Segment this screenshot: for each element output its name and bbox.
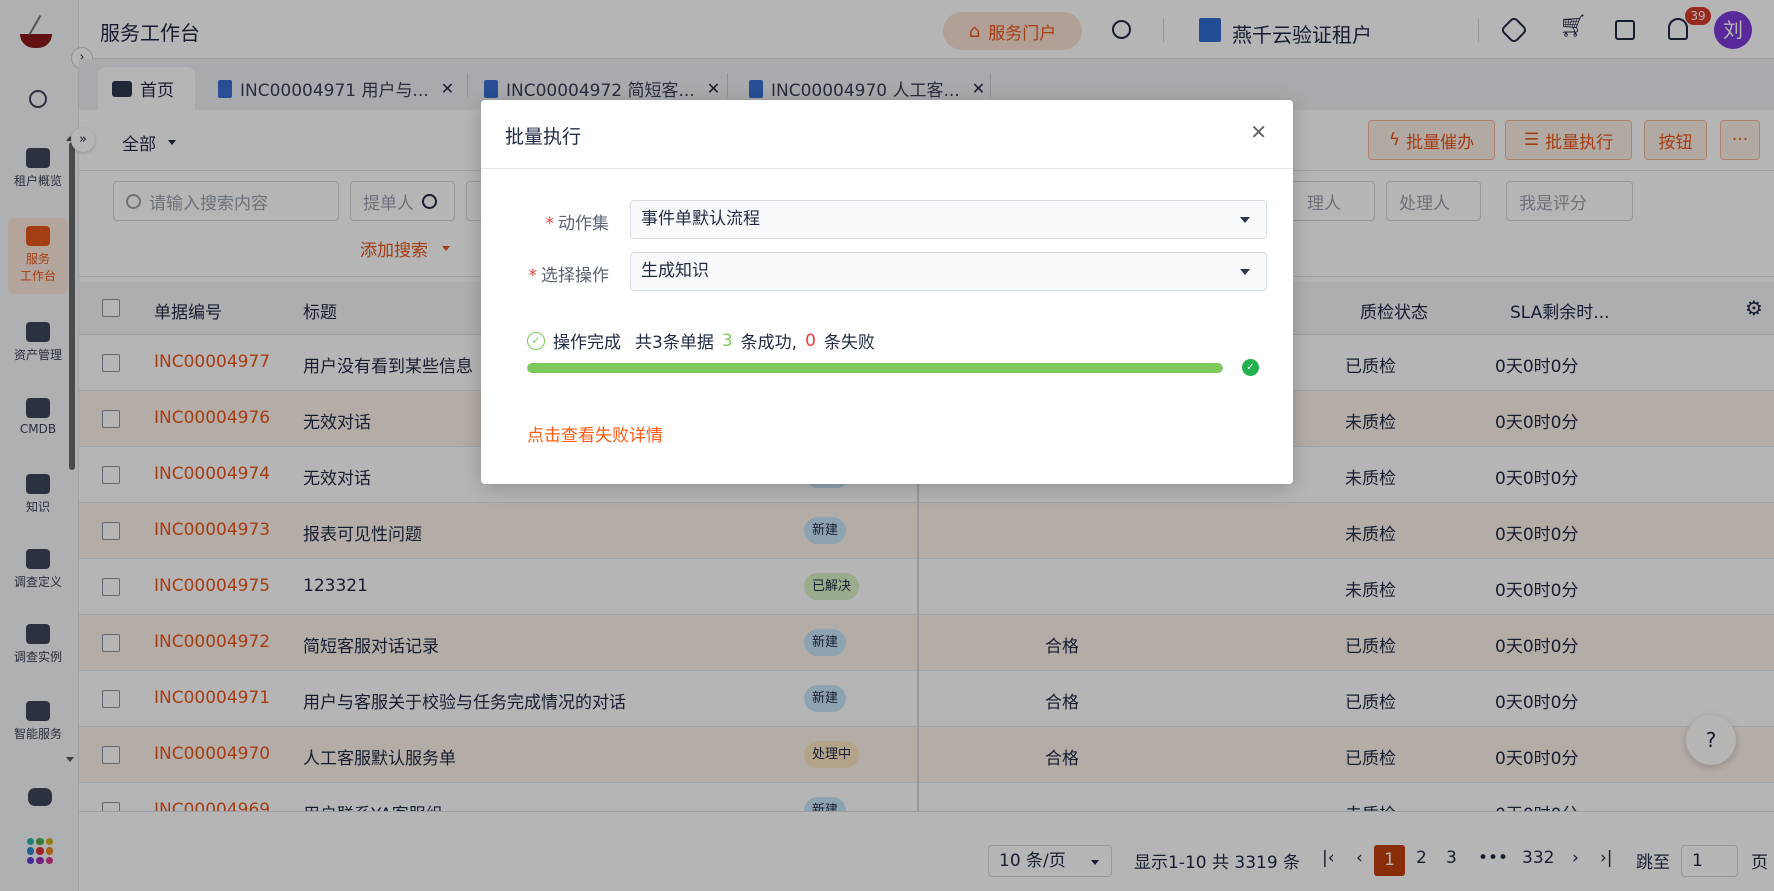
action-set-select[interactable]: 事件单默认流程 <box>630 200 1267 239</box>
check-circle-icon: ✓ <box>527 331 545 350</box>
action-set-label: * 动作集 <box>545 214 610 234</box>
operation-select[interactable]: 生成知识 <box>630 252 1267 291</box>
select-value: 事件单默认流程 <box>641 209 760 229</box>
batch-execute-dialog: 批量执行 ✕ * 动作集 事件单默认流程 * 选择操作 生成知识 ✓ 操作完成 共3… <box>481 100 1293 484</box>
view-failure-details-link[interactable]: 点击查看失败详情 <box>527 421 663 446</box>
select-value: 生成知识 <box>641 261 709 281</box>
fail-count: 0 <box>805 330 816 351</box>
dialog-header-divider <box>481 168 1293 169</box>
dialog-title: 批量执行 <box>505 126 582 148</box>
result-total: 共3条单据 <box>635 333 714 353</box>
operation-label: * 选择操作 <box>528 266 610 286</box>
success-count: 3 <box>721 330 733 351</box>
caret-down-icon <box>1240 269 1250 275</box>
fail-text: 条失败 <box>823 333 875 353</box>
success-text: 条成功, <box>740 333 798 353</box>
progress-fill <box>527 363 1223 373</box>
close-icon[interactable]: ✕ <box>1250 120 1267 144</box>
progress-complete-icon: ✓ <box>1242 359 1259 376</box>
progress-bar <box>527 363 1223 373</box>
result-summary: ✓ 操作完成 共3条单据 3 条成功, 0 条失败 <box>527 328 875 353</box>
result-done: 操作完成 <box>553 333 621 353</box>
caret-down-icon <box>1240 217 1250 223</box>
